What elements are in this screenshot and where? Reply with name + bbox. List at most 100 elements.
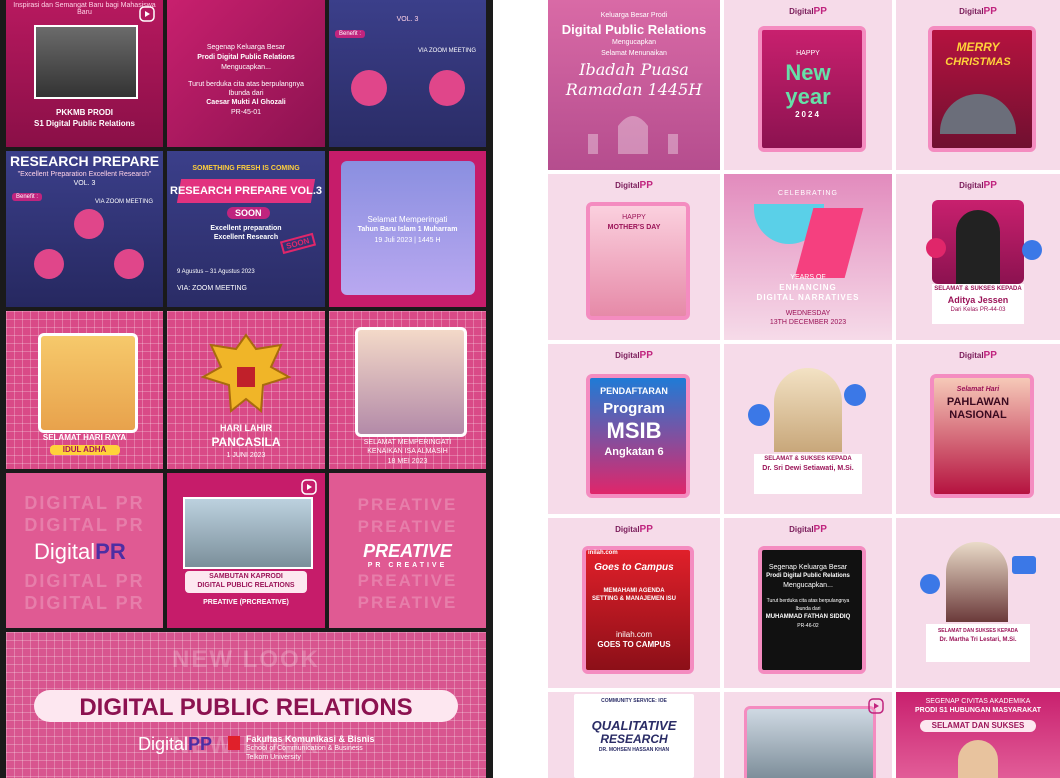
post-msib[interactable]: DigitalPP PENDAFTARAN Program MSIB Angka…: [548, 344, 720, 514]
condolence-class: PR-45-01: [231, 109, 261, 116]
condolence2-class: PR-46-02: [797, 623, 819, 629]
msib-line1: PENDAFTARAN: [600, 386, 668, 396]
heart-icon: [926, 238, 946, 258]
faculty: Fakultas Komunikasi & Bisnis: [246, 734, 375, 744]
photo: [34, 25, 138, 99]
post-sri-dewi[interactable]: SELAMAT & SUKSES KEPADA Dr. Sri Dewi Set…: [724, 344, 892, 514]
post-pahlawan[interactable]: DigitalPP Selamat Hari PAHLAWAN NASIONAL: [896, 344, 1060, 514]
univ: Telkom University: [246, 754, 301, 761]
post-header: DigitalPP: [896, 6, 1060, 17]
sri-name: Dr. Sri Dewi Setiawati, M.Si.: [762, 465, 854, 472]
post-new-year[interactable]: DigitalPP HAPPY New year 2024: [724, 0, 892, 170]
ss-top1: SEGENAP CIVITAS AKADEMIKA: [925, 698, 1031, 705]
post-pkkmb[interactable]: Inspirasi dan Semangat Baru bagi Mahasis…: [6, 0, 163, 147]
ny-year: 2024: [795, 110, 821, 119]
qr-line2: RESEARCH: [600, 732, 668, 746]
card: [38, 333, 138, 433]
campus-line4: inilah.com: [615, 630, 652, 639]
post-header: DigitalPP: [724, 524, 892, 535]
post-martha[interactable]: SELAMAT DAN SUKSES KEPADA Dr. Martha Tri…: [896, 518, 1060, 688]
post-building[interactable]: [724, 692, 892, 778]
date-range: 9 Agustus – 31 Agustus 2023: [177, 269, 255, 275]
post-anniversary[interactable]: CELEBRATING YEARS OF ENHANCING DIGITAL N…: [724, 174, 892, 340]
ramadan-title: Digital Public Relations: [561, 22, 707, 37]
sri-line1: SELAMAT & SUKSES KEPADA: [764, 456, 852, 462]
ss-top2: PRODI S1 HUBUNGAN MASYARAKAT: [914, 707, 1041, 714]
ny-line2: New: [785, 60, 831, 85]
campus-line3: SETTING & MANAJEMEN ISU: [591, 596, 676, 602]
condolence2-name: MUHAMMAD FATHAN SIDDIQ: [765, 614, 851, 620]
msib-line3: MSIB: [606, 418, 662, 443]
condolence-prodi: Prodi Digital Public Relations: [197, 54, 295, 61]
logo-pp: PP: [639, 524, 653, 535]
pancasila-line2: PANCASILA: [211, 435, 281, 449]
post-idul-adha[interactable]: SELAMAT HARI RAYA IDUL ADHA: [6, 311, 163, 469]
sub1: Excellent preparation: [210, 225, 282, 232]
avatar: [114, 249, 144, 279]
post-pkkmb-line2: S1 Digital Public Relations: [34, 119, 135, 128]
post-ramadan[interactable]: Keluarga Besar Prodi Digital Public Rela…: [548, 0, 720, 170]
banner-title: DIGITAL PUBLIC RELATIONS: [79, 694, 413, 721]
post-digitalpr-logo[interactable]: DIGITAL PR DIGITAL PR DIGITAL PR DIGITAL…: [6, 473, 163, 628]
logo-pp: PP: [813, 6, 827, 17]
post-condolence-1[interactable]: Segenap Keluarga Besar Prodi Digital Pub…: [167, 0, 325, 147]
idul-line2: IDUL ADHA: [62, 445, 107, 454]
post-pancasila[interactable]: HARI LAHIR PANCASILA 1 JUNI 2023: [167, 311, 325, 469]
ghost-text: DIGITAL PR: [24, 515, 145, 535]
xmas-line1: MERRY: [956, 40, 1000, 54]
logo-digital: Digital: [959, 351, 984, 360]
post-islamic-new-year[interactable]: Selamat Memperingati Tahun Baru Islam 1 …: [329, 151, 486, 307]
post-christmas[interactable]: DigitalPP MERRY CHRISTMAS: [896, 0, 1060, 170]
post-research-prepare[interactable]: RESEARCH PREPARE "Excellent Preparation …: [6, 151, 163, 307]
condolence-name: Caesar Mukti Al Ghozali: [206, 99, 286, 106]
post-aditya-jessen[interactable]: DigitalPP SELAMAT & SUKSES KEPADA Aditya…: [896, 174, 1060, 340]
chat-icon: [1012, 556, 1036, 574]
research-subtitle: "Excellent Preparation Excellent Researc…: [17, 171, 152, 178]
condolence2-ibunda: Ibunda dari: [795, 606, 821, 612]
left-feed-grid: Inspirasi dan Semangat Baru bagi Mahasis…: [0, 0, 493, 778]
condolence2-org: Segenap Keluarga Besar: [768, 564, 848, 571]
banner-digital-public-relations[interactable]: NEW LOOK NEW LOOK DIGITAL PUBLIC RELATIO…: [6, 632, 486, 778]
condolence2-prodi: Prodi Digital Public Relations: [766, 573, 850, 579]
post-research-speakers[interactable]: VOL. 3 Benefit : VIA ZOOM MEETING: [329, 0, 486, 147]
ghost-text: DIGITAL PR: [24, 593, 145, 613]
islamic-line1: Selamat Memperingati: [367, 215, 448, 224]
post-sambutan-kaprodi[interactable]: SAMBUTAN KAPRODI DIGITAL PUBLIC RELATION…: [167, 473, 325, 628]
like-icon: [844, 384, 866, 406]
logo-pp: PP: [983, 350, 997, 361]
person: [946, 542, 1008, 622]
soon-badge: SOON: [227, 207, 270, 219]
post-selamat-sukses[interactable]: SEGENAP CIVITAS AKADEMIKA PRODI S1 HUBUN…: [896, 692, 1060, 778]
msib-line2: Program: [603, 400, 665, 417]
reel-icon: [301, 479, 317, 495]
campus-line5: GOES TO CAMPUS: [597, 640, 671, 649]
person: [956, 210, 1000, 284]
anniv-date: 13TH DECEMBER 2023: [769, 319, 847, 326]
aditya-class: Dari Kelas PR-44-03: [950, 307, 1006, 313]
post-condolence-2[interactable]: DigitalPP Segenap Keluarga Besar Prodi D…: [724, 518, 892, 688]
pancasila-date: 1 JUNI 2023: [226, 452, 266, 459]
post-preative[interactable]: PREATIVE PREATIVE PREATIVE PREATIVE PREA…: [329, 473, 486, 628]
pahlawan-line1: Selamat Hari: [956, 386, 1000, 393]
via-zoom: VIA ZOOM MEETING: [94, 199, 153, 205]
anniv-line2: DIGITAL NARRATIVES: [756, 293, 860, 302]
ramadan-msg3: Ramadan 1445H: [565, 80, 703, 99]
logo-pr: PR: [95, 539, 126, 564]
preative-sub: PR CREATIVE: [367, 562, 448, 569]
post-mothers-day[interactable]: DigitalPP HAPPY MOTHER'S DAY: [548, 174, 720, 340]
logo-pp: PP: [813, 524, 827, 535]
telkom-icon: [228, 736, 240, 750]
pahlawan-line2: PAHLAWAN: [946, 396, 1010, 408]
ghost-text: PREATIVE: [357, 495, 458, 514]
idul-line1: SELAMAT HARI RAYA: [42, 433, 127, 442]
via-zoom: VIA: ZOOM MEETING: [177, 285, 248, 292]
post-research-soon[interactable]: SOMETHING FRESH IS COMING RESEARCH PREPA…: [167, 151, 325, 307]
logo-digital: Digital: [615, 181, 640, 190]
like-icon: [920, 574, 940, 594]
post-inilah-goes-to-campus[interactable]: DigitalPP inilah.com Goes to Campus MEMA…: [548, 518, 720, 688]
ny-line1: HAPPY: [796, 50, 820, 57]
post-qualitative-research[interactable]: COMMUNITY SERVICE: IOE QUALITATIVE RESEA…: [548, 692, 720, 778]
via-zoom: VIA ZOOM MEETING: [417, 48, 476, 54]
post-isa-almasih[interactable]: SELAMAT MEMPERINGATI KENAIKAN ISA ALMASI…: [329, 311, 486, 469]
mosque-icon: [588, 116, 678, 154]
